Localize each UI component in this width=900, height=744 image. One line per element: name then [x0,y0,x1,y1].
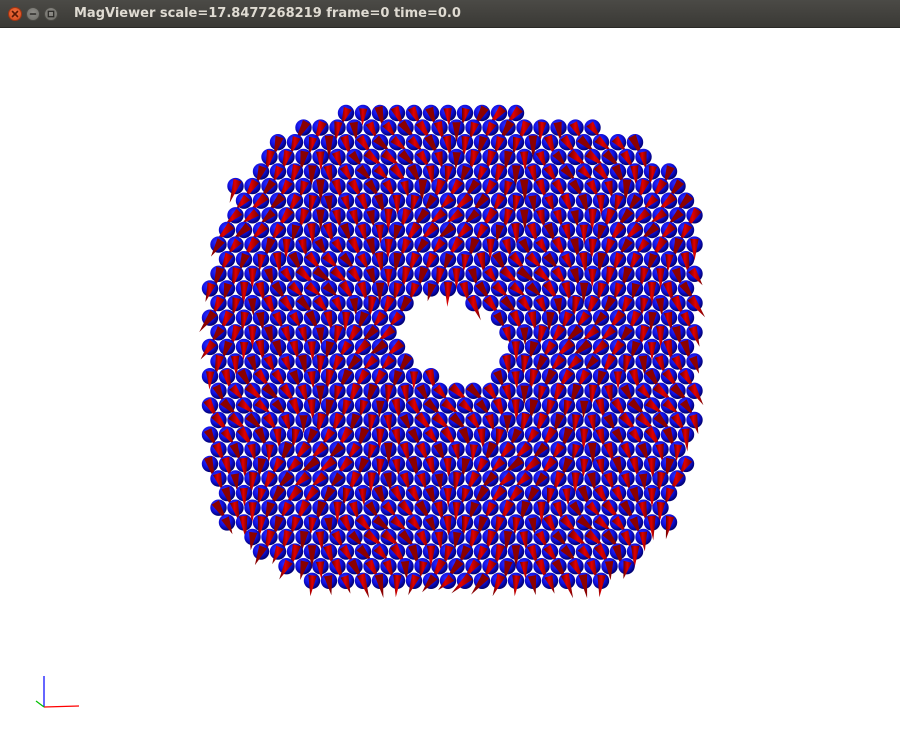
minimize-button[interactable] [26,7,40,21]
title-bar[interactable]: MagViewer scale=17.8477268219 frame=0 ti… [0,0,900,28]
x-axis-line [43,705,80,708]
maximize-icon [47,10,55,18]
maximize-button[interactable] [44,7,58,21]
z-axis-line [35,700,45,708]
magviewer-window: MagViewer scale=17.8477268219 frame=0 ti… [0,0,900,744]
close-icon [11,10,19,18]
3d-viewport[interactable] [0,28,900,744]
window-title: MagViewer scale=17.8477268219 frame=0 ti… [74,6,461,21]
axis-gizmo [35,676,80,708]
minimize-icon [29,13,37,15]
close-button[interactable] [8,7,22,21]
spin-lattice [199,104,706,599]
torus-scene[interactable] [0,28,900,744]
